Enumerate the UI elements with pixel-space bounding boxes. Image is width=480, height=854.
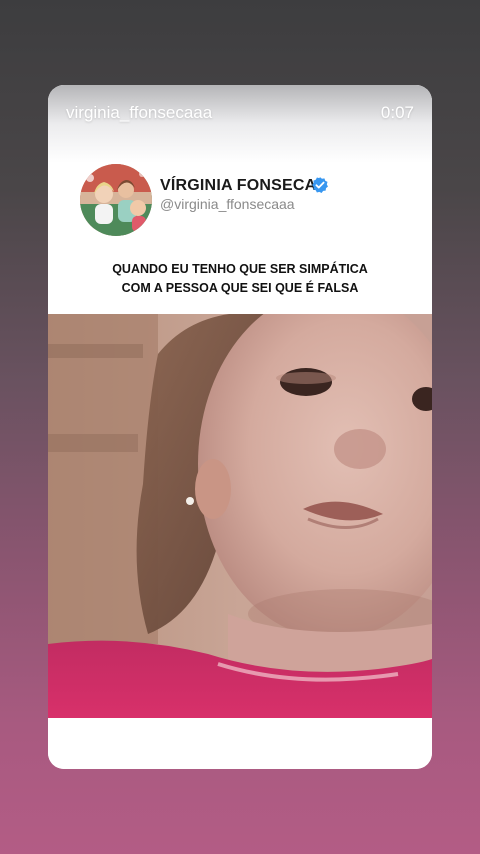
video-frame[interactable] (48, 314, 432, 718)
story-card[interactable]: VÍRGINIA FONSECA @virginia_ffonsecaaa QU… (48, 85, 432, 769)
post-footer-area (48, 718, 432, 769)
verified-badge-icon (312, 177, 328, 193)
author-name[interactable]: VÍRGINIA FONSECA (160, 177, 316, 195)
story-header: virginia_ffonsecaaa 0:07 (48, 85, 432, 163)
story-elapsed-time: 0:07 (380, 103, 414, 122)
author-handle: @virginia_ffonsecaaa (160, 196, 295, 212)
post-caption: QUANDO EU TENHO QUE SER SIMPÁTICA COM A … (48, 260, 432, 298)
caption-line-2: COM A PESSOA QUE SEI QUE É FALSA (121, 281, 359, 295)
story-username[interactable]: virginia_ffonsecaaa (66, 103, 212, 123)
caption-line-1: QUANDO EU TENHO QUE SER SIMPÁTICA (112, 262, 368, 276)
author-avatar[interactable] (80, 164, 152, 236)
